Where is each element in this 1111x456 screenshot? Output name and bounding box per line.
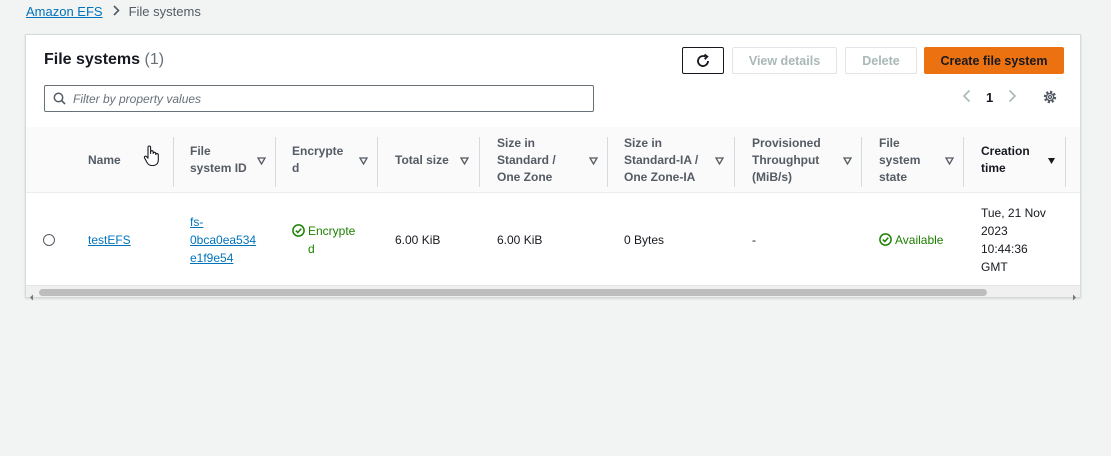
column-header-size-standard[interactable]: Size in Standard / One Zone	[497, 127, 608, 193]
filter-placeholder: Filter by property values	[73, 91, 202, 106]
breadcrumb: Amazon EFS File systems	[26, 3, 201, 19]
view-details-button[interactable]: View details	[732, 47, 837, 74]
file-systems-table: Name File system ID Encrypte d Total size …	[26, 127, 1080, 285]
size-standard-value: 6.00 KiB	[497, 232, 543, 247]
column-header-encrypted[interactable]: Encrypte d	[292, 127, 378, 193]
refresh-button[interactable]	[682, 47, 724, 74]
column-header-size-ia[interactable]: Size in Standard-IA / One Zone-IA	[624, 127, 734, 193]
delete-button[interactable]: Delete	[845, 47, 917, 74]
breadcrumb-current: File systems	[128, 3, 201, 19]
chevron-right-icon[interactable]	[1007, 89, 1017, 106]
column-header-file-system-state[interactable]: File system state	[879, 127, 964, 193]
panel-title-text: File systems	[44, 51, 141, 68]
scrollbar-thumb[interactable]	[39, 289, 987, 296]
page-number[interactable]: 1	[986, 90, 993, 105]
sort-desc-icon	[1047, 153, 1056, 170]
encrypted-status: Encrypte d	[292, 194, 355, 285]
settings-icon[interactable]	[1042, 89, 1058, 110]
sort-icon	[256, 153, 267, 170]
panel-title: File systems (1)	[44, 51, 164, 69]
create-file-system-button[interactable]: Create file system	[924, 47, 1064, 74]
filter-input[interactable]: Filter by property values	[44, 85, 594, 112]
search-icon	[53, 92, 66, 105]
check-circle-icon	[292, 223, 305, 237]
size-ia-value: 0 Bytes	[624, 232, 665, 247]
breadcrumb-amazon-efs[interactable]: Amazon EFS	[26, 4, 103, 19]
total-size-value: 6.00 KiB	[395, 232, 441, 247]
refresh-icon	[697, 53, 709, 67]
sort-icon	[459, 153, 470, 170]
state-status: Available	[879, 194, 943, 285]
creation-time-value: Tue, 21 Nov 2023 10:44:36 GMT	[981, 205, 1046, 274]
row-select-radio[interactable]	[43, 194, 55, 285]
panel-title-count: (1)	[144, 51, 165, 68]
chevron-right-icon	[112, 3, 120, 19]
column-header-total-size[interactable]: Total size	[395, 127, 479, 193]
pagination: 1	[962, 89, 1017, 106]
column-header-provisioned-throughput[interactable]: Provisioned Throughput (MiB/s)	[752, 127, 862, 193]
chevron-left-icon[interactable]	[962, 89, 972, 106]
scroll-left-arrow-icon[interactable]	[29, 288, 34, 306]
file-systems-panel: File systems (1) View details Delete Cre…	[25, 34, 1081, 301]
table-row[interactable]: testEFS fs- 0bca0ea534 e1f9e54 Encrypte d 6…	[26, 194, 1080, 285]
file-system-id-link[interactable]: fs- 0bca0ea534 e1f9e54	[190, 194, 256, 285]
throughput-value: -	[752, 232, 756, 247]
file-system-name-link[interactable]: testEFS	[88, 194, 131, 285]
sort-icon	[842, 153, 853, 170]
column-header-file-system-id[interactable]: File system ID	[190, 127, 276, 193]
column-header-creation-time[interactable]: Creation time	[981, 127, 1066, 193]
horizontal-scrollbar[interactable]	[26, 285, 1080, 301]
sort-icon	[944, 153, 955, 170]
check-circle-icon	[879, 232, 892, 246]
sort-icon	[588, 153, 599, 170]
hand-cursor-icon	[143, 145, 161, 172]
sort-icon	[358, 153, 369, 170]
scroll-right-arrow-icon[interactable]	[1072, 288, 1077, 306]
table-header: Name File system ID Encrypte d Total size …	[26, 127, 1080, 193]
sort-icon	[714, 153, 725, 170]
